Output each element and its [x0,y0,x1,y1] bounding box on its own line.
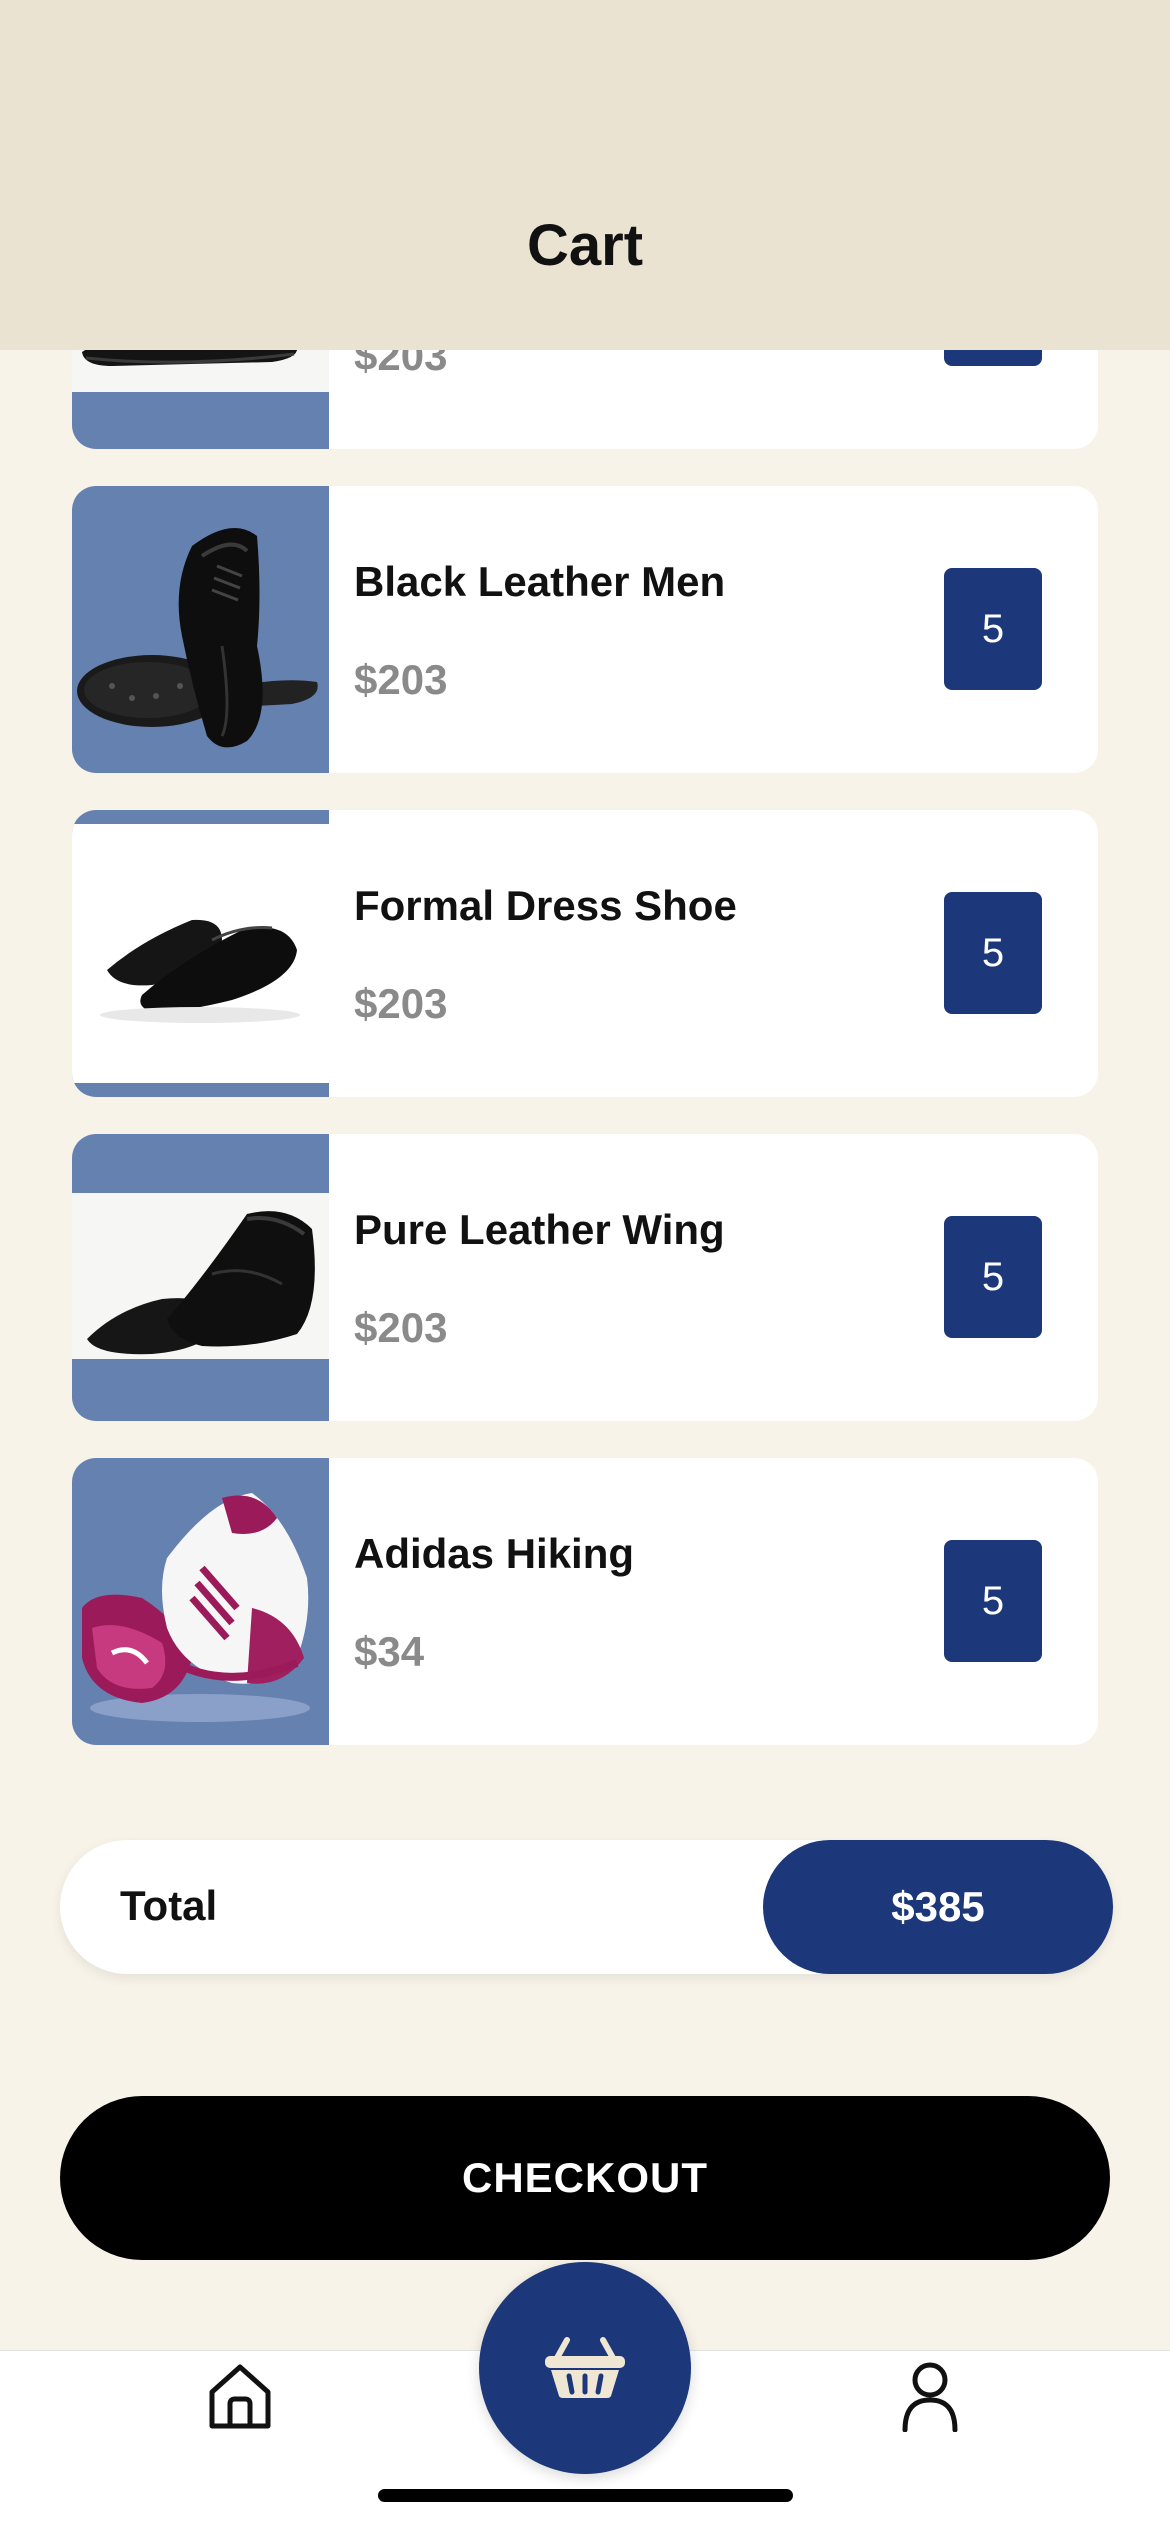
formal-shoe-image [100,919,300,1023]
item-price: $203 [354,980,448,1027]
item-price: $203 [354,1304,448,1351]
quantity-button[interactable]: 5 [944,892,1042,1014]
quantity-button[interactable]: 5 [944,1216,1042,1338]
nav-home[interactable] [206,2362,274,2432]
page-title: Cart [526,213,644,278]
quantity-button[interactable]: 5 [944,1540,1042,1662]
cart-item[interactable]: Adidas Hiking $34 5 [72,1458,1098,1745]
cart-item[interactable]: Formal Dress Shoe $203 5 [72,810,1098,1097]
cart-item[interactable]: Black Leather Men $203 5 [72,486,1098,773]
checkout-button[interactable]: CHECKOUT [60,2096,1110,2260]
item-image [72,810,329,1097]
corner-mark [1084,810,1098,824]
black-leather-shoe-image [77,528,318,748]
total-amount: $385 [763,1840,1113,1974]
item-name: Black Leather Men [354,558,726,605]
item-name: Pure Leather Wing [354,1206,725,1253]
profile-icon [902,2362,958,2433]
total-label: Total [120,1882,218,1929]
total-summary: Total $385 [60,1840,1113,1974]
item-image [72,1134,329,1421]
item-name: Adidas Hiking [354,1530,635,1577]
corner-mark [1084,1458,1098,1472]
nav-profile[interactable] [900,2360,960,2433]
item-name: Formal Dress Shoe [354,882,737,929]
loafer-shoe-image [87,1211,315,1355]
home-indicator [378,2489,793,2502]
corner-mark [1084,1134,1098,1148]
item-price: $203 [354,656,448,703]
item-image [72,486,329,773]
home-icon [209,2364,271,2429]
item-price: $34 [354,1628,425,1675]
corner-mark [1084,486,1098,500]
item-image [72,1458,329,1745]
nav-cart[interactable] [479,2262,691,2474]
quantity-button[interactable]: 5 [944,568,1042,690]
cart-item[interactable]: Pure Leather Wing $203 5 [72,1134,1098,1421]
header: Cart [0,0,1170,350]
basket-icon [545,2337,625,2398]
adidas-shoe-image [82,1493,310,1722]
